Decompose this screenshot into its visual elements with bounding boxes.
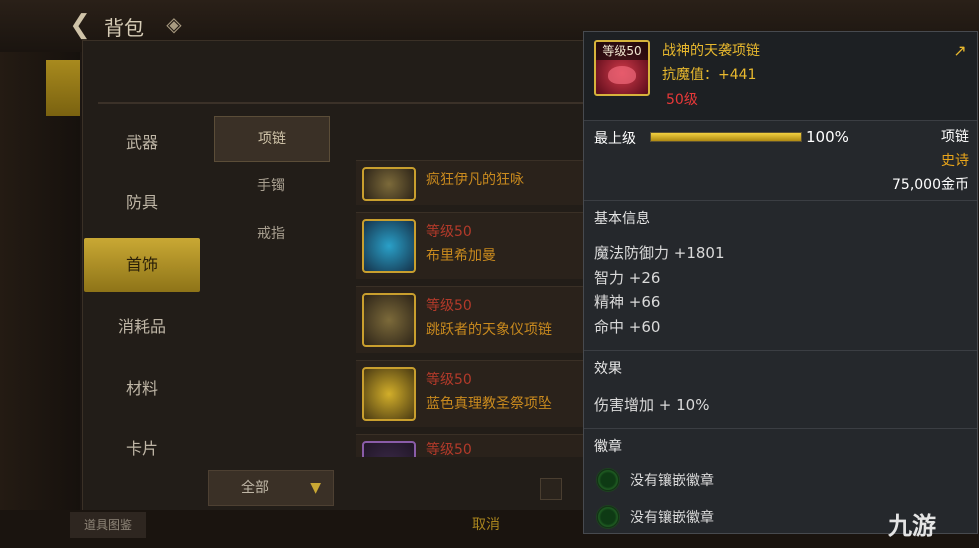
stat-line: 魔法防御力 +1801 bbox=[594, 244, 725, 262]
category-weapon[interactable]: 武器 bbox=[84, 116, 200, 170]
diamond-icon[interactable]: ◈ bbox=[162, 12, 186, 36]
divider bbox=[584, 350, 977, 351]
list-item[interactable]: 等级50 布里希加曼 bbox=[356, 212, 584, 279]
category-material[interactable]: 材料 bbox=[84, 362, 200, 416]
share-icon[interactable]: ↗ bbox=[950, 42, 970, 60]
basic-info-title: 基本信息 bbox=[594, 211, 650, 227]
item-icon bbox=[362, 293, 416, 347]
category-accessory[interactable]: 首饰 bbox=[84, 238, 200, 292]
list-item[interactable]: 等级50 蓝色真理教圣祭项坠 bbox=[356, 360, 584, 427]
item-level: 等级50 bbox=[426, 442, 472, 457]
filter-label: 全部 bbox=[241, 480, 269, 496]
emblem-slot-label: 没有镶嵌徽章 bbox=[630, 510, 714, 526]
item-type: 项链 bbox=[941, 129, 969, 145]
item-icon bbox=[362, 219, 416, 273]
divider bbox=[584, 200, 977, 201]
stat-line: 命中 +60 bbox=[594, 318, 661, 336]
item-name: 跳跃者的天象仪项链 bbox=[426, 322, 552, 338]
grade-label: 最上级 bbox=[594, 131, 636, 147]
item-icon bbox=[362, 367, 416, 421]
watermark-logo: 九游 bbox=[888, 512, 936, 540]
subcategory-necklace[interactable]: 项链 bbox=[214, 116, 330, 162]
chevron-down-icon: ▼ bbox=[310, 480, 321, 496]
category-card[interactable]: 卡片 bbox=[84, 422, 200, 476]
stat-line: 智力 +26 bbox=[594, 269, 661, 287]
grade-bar bbox=[650, 132, 802, 142]
effect-line: 伤害增加 + 10% bbox=[594, 396, 710, 414]
item-level: 等级50 bbox=[426, 298, 472, 314]
item-level: 等级50 bbox=[426, 372, 472, 388]
filter-dropdown[interactable]: 全部 ▼ bbox=[208, 470, 334, 506]
cancel-button[interactable]: 取消 bbox=[472, 512, 500, 538]
icon-art bbox=[608, 66, 636, 84]
item-rarity: 史诗 bbox=[941, 153, 969, 169]
category-consumable[interactable]: 消耗品 bbox=[84, 300, 200, 354]
back-arrow-icon[interactable]: ❮ bbox=[62, 8, 98, 42]
divider bbox=[98, 102, 598, 104]
list-item[interactable]: 疯狂伊凡的狂咏 bbox=[356, 160, 584, 205]
item-name: 布里希加曼 bbox=[426, 248, 496, 264]
list-item[interactable]: 等级50 跳跃者的天象仪项链 bbox=[356, 286, 584, 353]
item-collection-button[interactable]: 道具图鉴 bbox=[70, 512, 146, 538]
checkbox[interactable] bbox=[540, 478, 562, 500]
item-level: 等级50 bbox=[426, 224, 472, 240]
divider bbox=[584, 428, 977, 429]
item-name: 疯狂伊凡的狂咏 bbox=[426, 172, 524, 188]
effect-title: 效果 bbox=[594, 361, 622, 377]
emblem-slot-icon bbox=[596, 505, 620, 529]
magic-resist: 抗魔值：+441 bbox=[662, 67, 757, 83]
list-item[interactable]: 等级50 bbox=[356, 434, 584, 457]
left-side-tab[interactable] bbox=[46, 60, 80, 116]
level-requirement: 50级 bbox=[666, 92, 698, 108]
necklace-icon: 等级50 bbox=[594, 40, 650, 96]
item-name: 蓝色真理教圣祭项坠 bbox=[426, 396, 552, 412]
emblem-slot-icon bbox=[596, 468, 620, 492]
item-icon bbox=[362, 167, 416, 201]
emblem-title: 徽章 bbox=[594, 439, 622, 455]
divider bbox=[584, 120, 977, 121]
item-icon bbox=[362, 441, 416, 457]
stat-line: 精神 +66 bbox=[594, 293, 661, 311]
page-title: 背包 bbox=[104, 16, 144, 40]
category-armor[interactable]: 防具 bbox=[84, 176, 200, 230]
grade-bar-fill bbox=[651, 133, 801, 141]
emblem-slot-label: 没有镶嵌徽章 bbox=[630, 473, 714, 489]
subcategory-bracelet[interactable]: 手镯 bbox=[214, 164, 328, 208]
left-side-panel bbox=[0, 52, 80, 548]
item-tooltip: 等级50 战神的天袭项链 抗魔值：+441 50级 ↗ 最上级 100% 项链 … bbox=[583, 31, 978, 534]
item-price: 75,000金币 bbox=[892, 177, 969, 193]
icon-level: 等级50 bbox=[596, 42, 648, 60]
item-name: 战神的天袭项链 bbox=[662, 43, 760, 59]
subcategory-ring[interactable]: 戒指 bbox=[214, 212, 328, 256]
grade-percent: 100% bbox=[806, 128, 849, 146]
